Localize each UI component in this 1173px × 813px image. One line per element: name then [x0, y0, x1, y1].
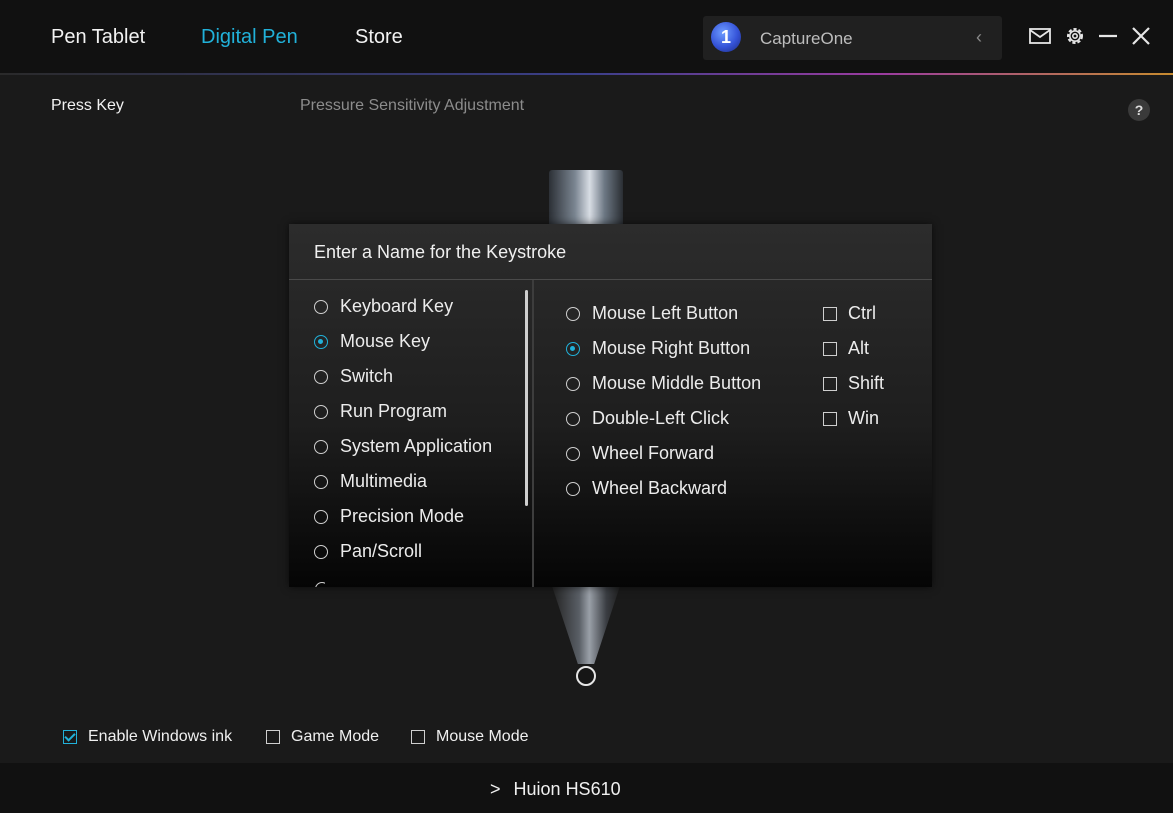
- pen-nib-image: [552, 586, 620, 664]
- pen-barrel-image: [549, 170, 623, 230]
- device-name: Huion HS610: [513, 779, 621, 799]
- device-label: > Huion HS610: [490, 779, 621, 800]
- modifier-label: Shift: [848, 373, 885, 393]
- radio-icon: [314, 300, 328, 314]
- radio-icon: [566, 377, 580, 391]
- radio-icon: [566, 307, 580, 321]
- radio-icon: [314, 545, 328, 559]
- checkbox-icon: [823, 412, 837, 426]
- header-divider: [0, 73, 1173, 75]
- category-label: Precision Mode: [340, 506, 465, 526]
- radio-icon: [314, 510, 328, 524]
- tab-store[interactable]: Store: [355, 26, 403, 49]
- chevron-left-icon[interactable]: ‹: [976, 27, 982, 48]
- option-label: Mouse Middle Button: [592, 373, 762, 393]
- dialog-divider: [289, 279, 932, 280]
- checkbox-label: Game Mode: [291, 728, 380, 745]
- modifier-label: Ctrl: [848, 303, 876, 323]
- category-label: Pan/Scroll: [340, 541, 423, 561]
- dialog-title: Enter a Name for the Keystroke: [314, 242, 567, 262]
- captureone-logo-icon: 1: [711, 22, 741, 52]
- category-label: Switch: [340, 366, 394, 386]
- minimize-icon[interactable]: [1096, 24, 1120, 48]
- option-label: Mouse Left Button: [592, 303, 739, 323]
- tab-pen-tablet[interactable]: Pen Tablet: [51, 26, 145, 49]
- category-scrollbar[interactable]: [525, 290, 528, 506]
- checkbox-icon: [823, 307, 837, 321]
- radio-icon: [566, 447, 580, 461]
- chevron-right-icon: >: [490, 779, 501, 799]
- top-bar: Pen Tablet Digital Pen Store 1 CaptureOn…: [0, 0, 1173, 74]
- checkbox-icon: [266, 730, 280, 744]
- radio-icon: [314, 405, 328, 419]
- pen-tip-icon: [576, 666, 596, 686]
- app-selector-label: CaptureOne: [760, 29, 853, 48]
- checkbox-icon: [823, 342, 837, 356]
- tab-digital-pen[interactable]: Digital Pen: [201, 26, 298, 49]
- category-label: Keyboard Key: [340, 296, 454, 316]
- radio-icon: [314, 475, 328, 489]
- app-selector[interactable]: 1 CaptureOne ‹: [703, 16, 1002, 60]
- option-label: Wheel Backward: [592, 478, 728, 498]
- category-partial-next: [315, 578, 325, 587]
- modifier-label: Win: [848, 408, 879, 428]
- device-footer[interactable]: > Huion HS610: [0, 763, 1173, 813]
- category-label: Run Program: [340, 401, 448, 421]
- keystroke-dialog: Enter a Name for the Keystroke Keyboard …: [289, 224, 932, 587]
- help-icon[interactable]: ?: [1128, 99, 1150, 121]
- checkbox-checked-icon: [63, 730, 77, 744]
- radio-icon: [315, 582, 325, 587]
- option-label: Double-Left Click: [592, 408, 730, 428]
- category-label: System Application: [340, 436, 493, 456]
- column-divider: [532, 280, 534, 587]
- checkbox-label: Enable Windows ink: [88, 728, 233, 745]
- category-label: Multimedia: [340, 471, 428, 491]
- radio-icon: [566, 412, 580, 426]
- tab-pressure-sensitivity[interactable]: Pressure Sensitivity Adjustment: [300, 97, 524, 115]
- checkbox-label: Mouse Mode: [436, 728, 529, 745]
- close-icon[interactable]: [1129, 24, 1153, 48]
- modifier-label: Alt: [848, 338, 870, 358]
- radio-icon: [314, 370, 328, 384]
- gear-icon[interactable]: [1063, 24, 1087, 48]
- checkbox-icon: [411, 730, 425, 744]
- radio-selected-icon: [314, 335, 328, 349]
- checkbox-icon: [823, 377, 837, 391]
- tab-press-key[interactable]: Press Key: [51, 97, 124, 115]
- mail-icon[interactable]: [1028, 24, 1052, 48]
- radio-icon: [314, 440, 328, 454]
- category-label: Mouse Key: [340, 331, 431, 351]
- radio-icon: [566, 482, 580, 496]
- radio-selected-icon: [566, 342, 580, 356]
- option-label: Mouse Right Button: [592, 338, 751, 358]
- option-label: Wheel Forward: [592, 443, 715, 463]
